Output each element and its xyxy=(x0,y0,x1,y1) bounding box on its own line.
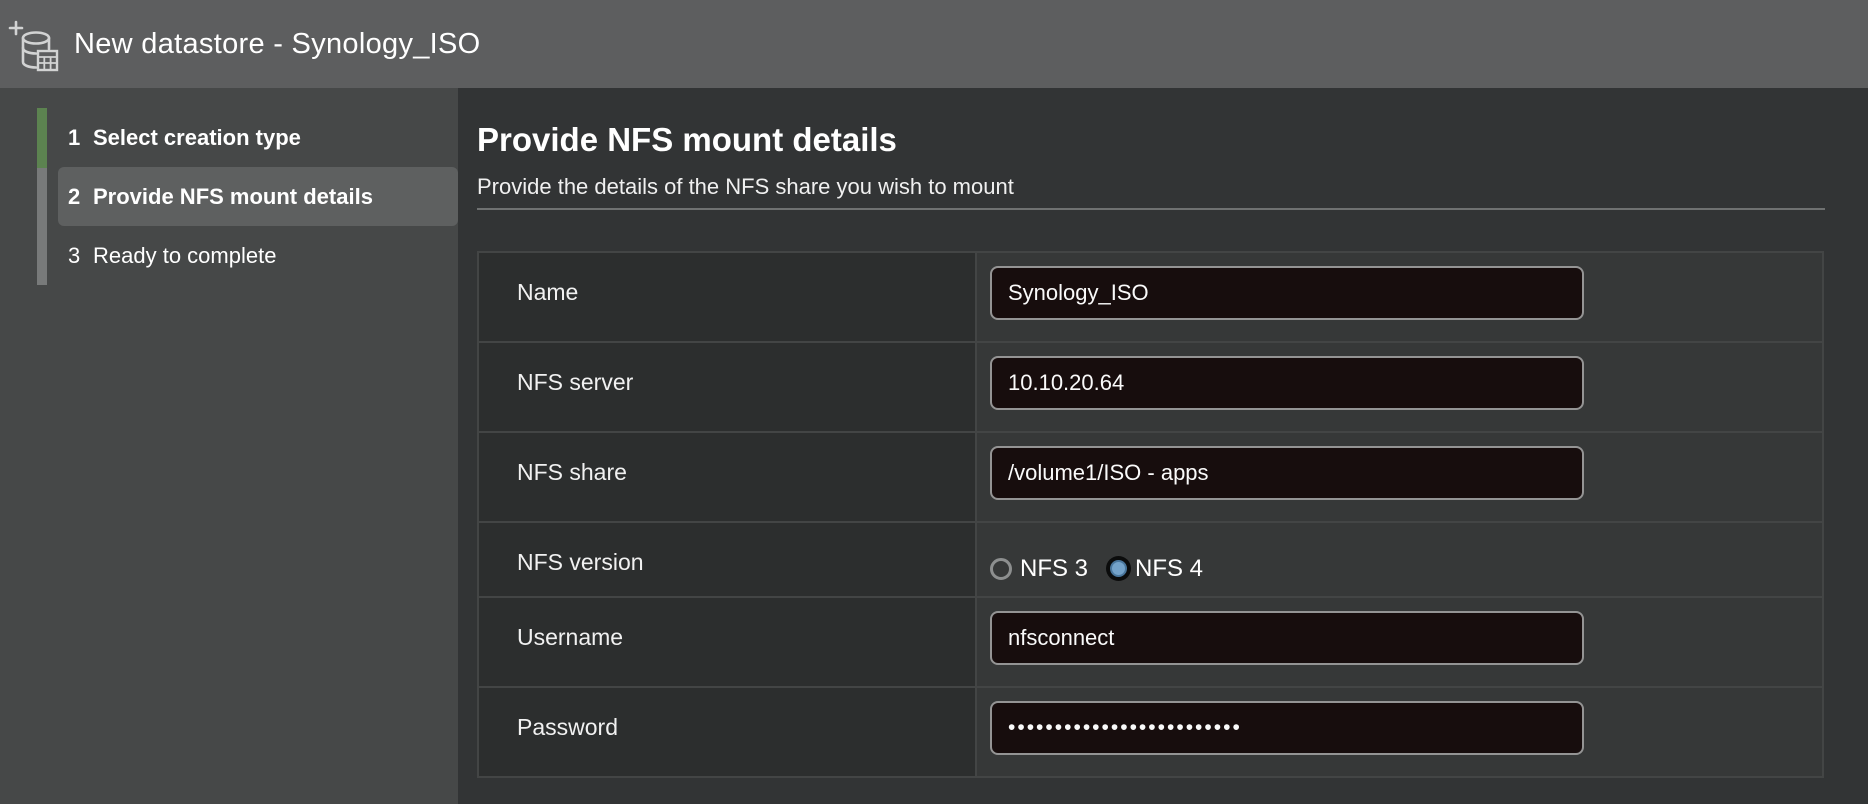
wizard-steps-sidebar: 1 Select creation type 2 Provide NFS mou… xyxy=(0,88,458,804)
password-input[interactable] xyxy=(990,701,1584,755)
dialog-body: 1 Select creation type 2 Provide NFS mou… xyxy=(0,88,1868,804)
nfs-share-field-label: NFS share xyxy=(479,433,975,521)
username-input[interactable] xyxy=(990,611,1584,665)
nfs-server-field-cell xyxy=(977,343,1822,431)
page-subtitle: Provide the details of the NFS share you… xyxy=(477,174,1014,199)
nfs-version-field-label: NFS version xyxy=(479,523,975,596)
step-number: 3 xyxy=(68,242,81,268)
step-select-creation-type[interactable]: 1 Select creation type xyxy=(58,108,458,167)
name-input[interactable] xyxy=(990,266,1584,320)
dialog-title: New datastore - Synology_ISO xyxy=(74,27,481,60)
name-field-cell xyxy=(977,253,1822,341)
name-field-label: Name xyxy=(479,253,975,341)
new-datastore-dialog: New datastore - Synology_ISO 1 Select cr… xyxy=(0,0,1868,804)
section-divider xyxy=(477,208,1825,210)
step-label: Select creation type xyxy=(93,124,301,150)
wizard-step-list: 1 Select creation type 2 Provide NFS mou… xyxy=(58,108,458,285)
nfs-share-field-cell xyxy=(977,433,1822,521)
nfs-server-field-label: NFS server xyxy=(479,343,975,431)
nfs4-radio-label[interactable]: NFS 4 xyxy=(1135,555,1203,583)
nfs4-radio-button[interactable] xyxy=(1110,560,1128,577)
step-provide-nfs-mount-details[interactable]: 2 Provide NFS mount details xyxy=(58,167,458,226)
username-field-label: Username xyxy=(479,598,975,686)
nfs-version-field-cell: NFS 3 NFS 4 xyxy=(977,523,1822,596)
username-field-cell xyxy=(977,598,1822,686)
page-title: Provide NFS mount details xyxy=(477,121,897,158)
step-content-panel: Provide NFS mount details Provide the de… xyxy=(458,88,1868,804)
nfs-server-input[interactable] xyxy=(990,356,1584,410)
progress-remaining-bar xyxy=(37,168,47,285)
step-number: 2 xyxy=(68,183,81,209)
nfs-mount-form: Name NFS server NFS share NFS version NF… xyxy=(477,251,1824,778)
dialog-titlebar: New datastore - Synology_ISO xyxy=(0,0,1868,88)
password-field-cell xyxy=(977,688,1822,776)
step-number: 1 xyxy=(68,124,81,150)
progress-completed-bar xyxy=(37,108,47,168)
datastore-add-icon xyxy=(8,17,60,75)
step-label: Ready to complete xyxy=(93,242,277,268)
step-label: Provide NFS mount details xyxy=(93,183,373,209)
nfs-share-input[interactable] xyxy=(990,446,1584,500)
step-ready-to-complete[interactable]: 3 Ready to complete xyxy=(58,226,458,285)
password-field-label: Password xyxy=(479,688,975,776)
nfs3-radio-button[interactable] xyxy=(990,557,1012,580)
nfs3-radio-label[interactable]: NFS 3 xyxy=(1020,555,1088,583)
